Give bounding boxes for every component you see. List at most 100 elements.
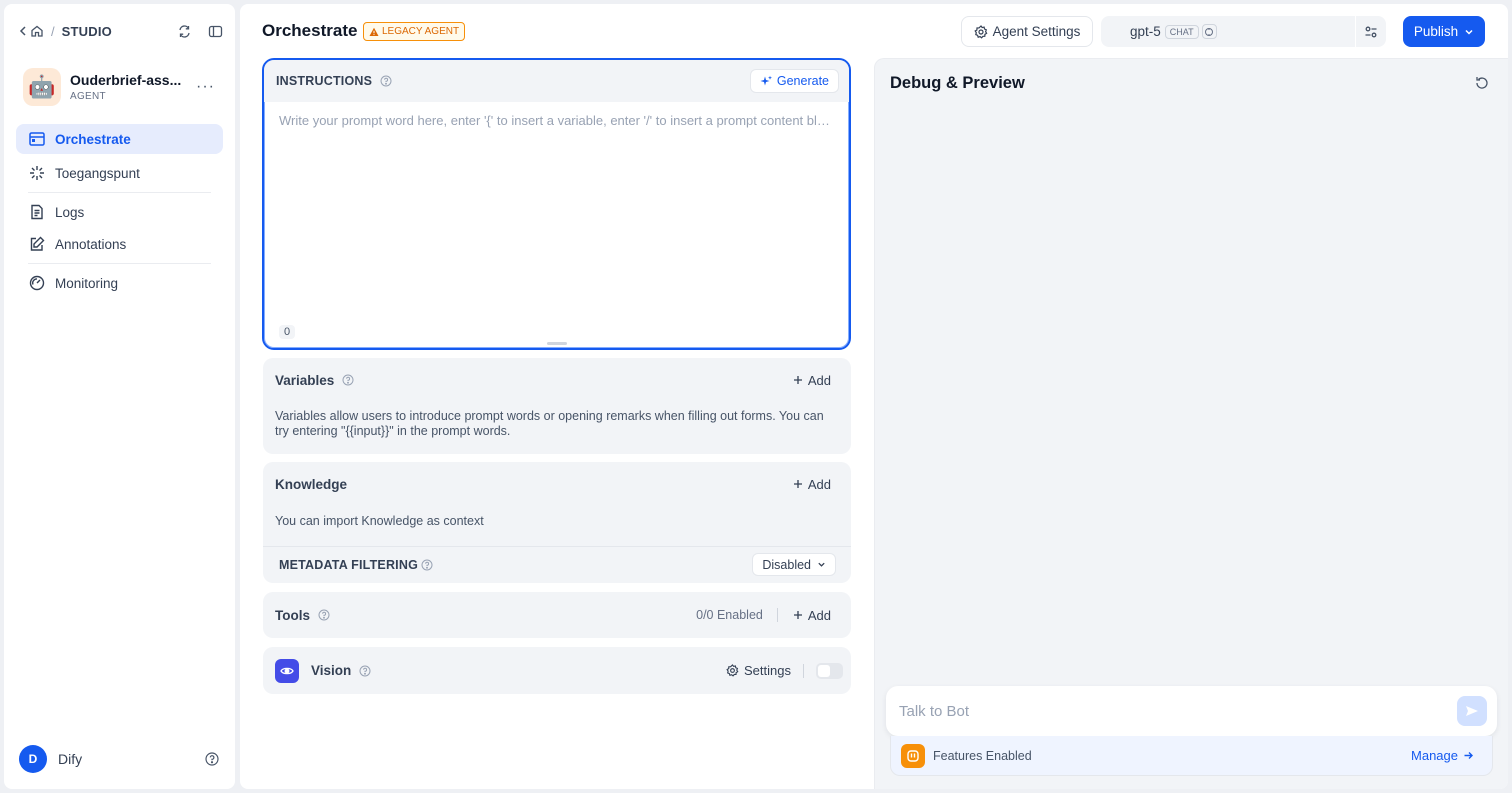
debug-title: Debug & Preview	[890, 74, 1025, 92]
features-enabled-label: Features Enabled	[933, 748, 1032, 763]
variables-description: Variables allow users to introduce promp…	[275, 409, 824, 438]
manage-features-link[interactable]: Manage	[1411, 748, 1474, 763]
logs-icon	[28, 203, 46, 221]
metadata-filtering-row: METADATA FILTERING Disabled	[263, 546, 851, 583]
legacy-badge-label: LEGACY AGENT	[382, 26, 460, 37]
robot-icon: 🤖	[23, 68, 61, 106]
model-parameters-button[interactable]	[1355, 16, 1386, 47]
nav-divider	[28, 263, 211, 264]
sidebar-item-label: Toegangspunt	[55, 165, 140, 181]
add-knowledge-button[interactable]: Add	[793, 477, 831, 492]
breadcrumb-separator: /	[51, 23, 55, 39]
eye-icon	[275, 658, 299, 683]
debug-preview-panel: Debug & Preview Features Enabled Manage	[874, 58, 1508, 789]
vision-panel: Vision Settings	[263, 647, 851, 694]
app-name: Ouderbrief-ass...	[70, 72, 182, 88]
instructions-header: INSTRUCTIONS Generate	[264, 60, 849, 102]
user-area: D Dify	[19, 745, 219, 773]
agent-settings-label: Agent Settings	[992, 24, 1081, 39]
sidebar-nav: Orchestrate Toegangspunt Logs Annotation…	[16, 124, 223, 298]
send-button[interactable]	[1457, 696, 1487, 726]
divider	[776, 608, 778, 622]
question-icon[interactable]	[380, 75, 392, 87]
generate-button[interactable]: Generate	[749, 69, 839, 93]
sidebar-item-orchestrate[interactable]: Orchestrate	[16, 124, 223, 154]
monitoring-icon	[28, 274, 46, 292]
sidebar-item-annotations[interactable]: Annotations	[16, 229, 223, 259]
vision-settings-button[interactable]: Settings	[726, 663, 791, 678]
metadata-filtering-value: Disabled	[762, 557, 811, 572]
variables-title: Variables	[275, 372, 335, 388]
toggle-knob	[818, 664, 830, 677]
instructions-title: INSTRUCTIONS	[276, 74, 373, 88]
knowledge-panel: Knowledge Add You can import Knowledge a…	[263, 462, 851, 583]
sidebar-item-label: Orchestrate	[55, 131, 131, 147]
chat-input[interactable]	[899, 702, 1439, 720]
api-access-icon	[28, 164, 46, 182]
chat-input-box	[886, 686, 1497, 736]
plus-icon	[793, 611, 802, 619]
help-icon[interactable]	[205, 752, 219, 766]
model-feature-icon	[1201, 24, 1217, 39]
send-icon	[1466, 706, 1478, 716]
instructions-textarea[interactable]: Write your prompt word here, enter '{' t…	[279, 113, 834, 128]
sidebar-item-label: Logs	[55, 204, 85, 220]
question-icon[interactable]	[318, 609, 330, 621]
main-panel: Orchestrate LEGACY AGENT Agent Settings …	[240, 4, 1508, 789]
sparkle-icon	[760, 75, 772, 85]
sidebar-item-monitoring[interactable]: Monitoring	[16, 268, 223, 298]
breadcrumb-studio[interactable]: STUDIO	[62, 24, 112, 39]
agent-settings-button[interactable]: Agent Settings	[961, 16, 1093, 47]
variables-panel: Variables Add Variables allow users to i…	[263, 358, 851, 454]
sidebar: / STUDIO 🤖 Ouderbrief-ass... AGENT ··· O…	[4, 4, 235, 789]
collapse-sidebar-icon[interactable]	[208, 24, 223, 39]
publish-button[interactable]: Publish	[1403, 16, 1485, 47]
sidebar-item-toegangspunt[interactable]: Toegangspunt	[16, 158, 223, 188]
add-tool-button[interactable]: Add	[793, 608, 831, 623]
avatar[interactable]: D	[19, 745, 47, 773]
knowledge-description: You can import Knowledge as context	[275, 514, 484, 528]
divider	[803, 663, 804, 678]
character-count: 0	[279, 325, 296, 339]
plus-icon	[793, 376, 802, 384]
home-icon[interactable]	[30, 24, 44, 38]
vision-settings-label: Settings	[744, 663, 791, 678]
chevron-left-icon[interactable]	[16, 24, 30, 38]
breadcrumb: / STUDIO	[16, 21, 223, 41]
resize-handle[interactable]	[547, 342, 567, 345]
user-name[interactable]: Dify	[58, 751, 82, 767]
vision-toggle[interactable]	[816, 662, 843, 679]
legacy-agent-badge: LEGACY AGENT	[363, 22, 466, 41]
app-info-card[interactable]: 🤖 Ouderbrief-ass... AGENT ···	[23, 66, 223, 108]
app-type: AGENT	[70, 91, 106, 102]
orchestrate-icon	[28, 130, 46, 148]
metadata-filtering-title: METADATA FILTERING	[279, 557, 418, 572]
question-icon[interactable]	[421, 559, 433, 571]
add-label: Add	[807, 607, 831, 623]
switch-app-icon[interactable]	[177, 24, 192, 39]
refresh-icon[interactable]	[1474, 75, 1490, 91]
question-icon[interactable]	[342, 374, 354, 386]
tools-title: Tools	[275, 607, 310, 623]
publish-label: Publish	[1413, 24, 1459, 39]
features-icon	[901, 743, 925, 768]
warning-icon	[369, 27, 379, 36]
metadata-filtering-select[interactable]: Disabled	[752, 553, 836, 576]
add-label: Add	[807, 372, 831, 388]
more-options-icon[interactable]: ···	[196, 78, 215, 96]
page-title: Orchestrate	[262, 21, 358, 40]
tools-enabled-count: 0/0 Enabled	[696, 608, 763, 622]
question-icon[interactable]	[359, 665, 371, 677]
instructions-editor: INSTRUCTIONS Generate Write your prompt …	[262, 58, 851, 350]
annotation-icon	[28, 235, 46, 253]
generate-label: Generate	[776, 74, 829, 88]
chevron-down-icon	[1465, 29, 1473, 35]
gear-icon	[726, 664, 739, 677]
sidebar-item-logs[interactable]: Logs	[16, 197, 223, 227]
add-variable-button[interactable]: Add	[793, 373, 831, 388]
plus-icon	[793, 480, 802, 488]
arrow-right-icon	[1464, 752, 1473, 759]
model-selector[interactable]: gpt-5 CHAT	[1101, 16, 1386, 47]
add-label: Add	[807, 476, 831, 492]
model-mode-badge: CHAT	[1164, 24, 1199, 39]
